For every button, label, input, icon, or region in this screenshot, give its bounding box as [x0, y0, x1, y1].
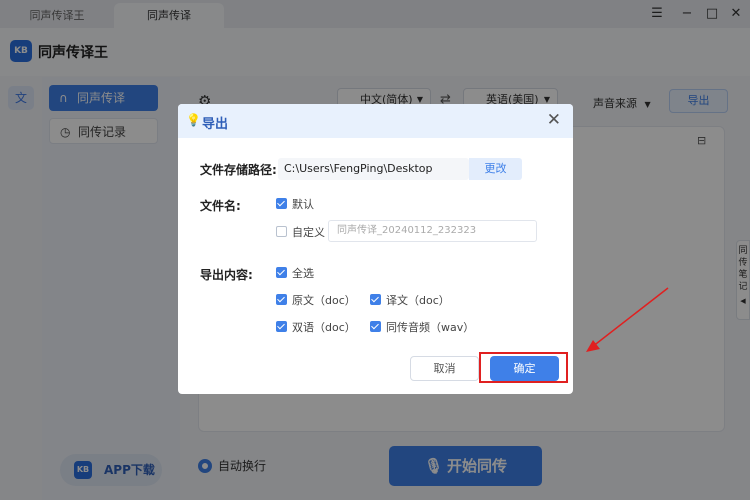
- annotation-arrow-icon: [586, 287, 669, 352]
